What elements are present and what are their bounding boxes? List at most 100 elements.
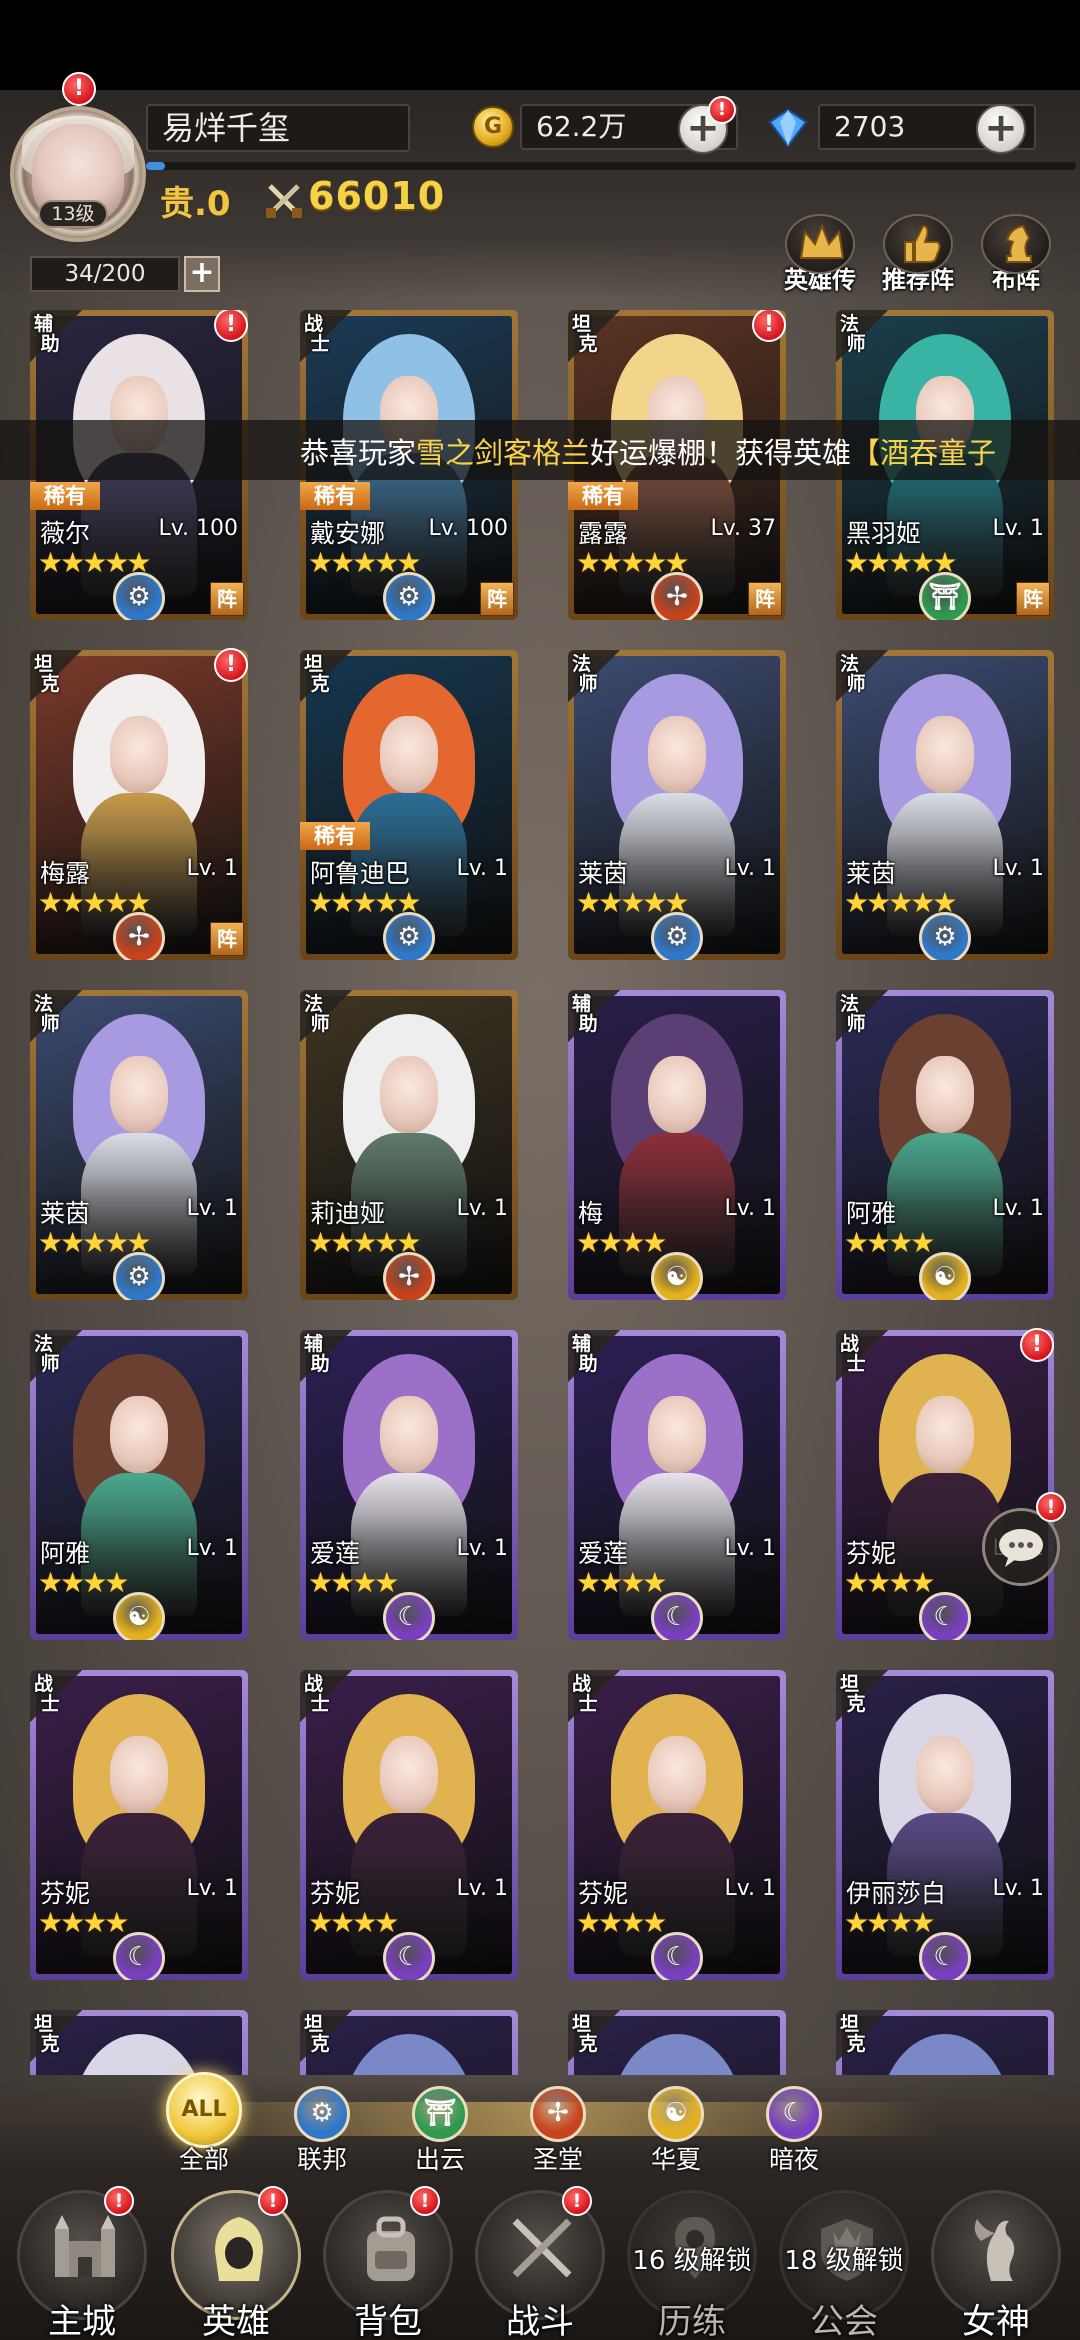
faction-filter-3[interactable]: ✢ 圣堂 <box>518 2086 598 2176</box>
hero-stars: ★★★★ <box>576 1906 667 1939</box>
expand-roster-button[interactable]: + <box>184 256 220 292</box>
formation-button[interactable]: 布阵 <box>970 214 1062 296</box>
faction-filter-5[interactable]: ☾ 暗夜 <box>754 2086 834 2176</box>
status-bar <box>0 0 1080 90</box>
faction-filter-0[interactable]: ALL 全部 <box>164 2072 244 2176</box>
nav-item-1[interactable]: 英雄! <box>166 2186 306 2340</box>
hero-card[interactable]: 法 师阿雅 Lv. 1 ★★★★ ☯ <box>836 990 1054 1300</box>
hero-card[interactable]: 坦 克稀有 阿鲁迪巴 Lv. 1 ★★★★★ ⚙ <box>300 650 518 960</box>
backpack-icon <box>367 2216 415 2281</box>
hero-role-char: 坦 <box>572 2013 592 2035</box>
hero-role-char: 助 <box>572 1353 598 1375</box>
hero-role-char: 克 <box>572 333 598 355</box>
rarity-tag: 稀有 <box>300 482 370 510</box>
hero-level: Lv. 1 <box>456 856 508 881</box>
hero-card[interactable]: 辅 助爱莲 Lv. 1 ★★★★ ☾ <box>568 1330 786 1640</box>
goddess-icon <box>974 2219 1015 2281</box>
hero-card[interactable]: 坦 克 <box>568 2010 786 2075</box>
avatar-alert-badge: ! <box>62 72 96 106</box>
in-formation-tag: 阵 <box>480 582 514 616</box>
hero-role-char: 助 <box>304 1353 330 1375</box>
unlock-level-text: 16 级解锁 <box>632 2246 752 2276</box>
hero-card[interactable]: 法 师莱茵 Lv. 1 ★★★★★ ⚙ <box>568 650 786 960</box>
hero-role-char: 坦 <box>840 1673 860 1695</box>
nav-alert-badge: ! <box>562 2186 592 2216</box>
faction-filter-2[interactable]: ⛩ 出云 <box>400 2086 480 2176</box>
hero-card[interactable]: 坦 克 <box>836 2010 1054 2075</box>
hero-card[interactable]: 战 士芬妮Lv. 1★★★★☾ <box>836 1330 1054 1640</box>
hero-level: Lv. 1 <box>992 1876 1044 1901</box>
hero-role-char: 战 <box>840 1333 860 1355</box>
nav-item-2[interactable]: 背包! <box>318 2186 458 2340</box>
nav-item-3[interactable]: 战斗! <box>470 2186 610 2340</box>
rarity-tag: 稀有 <box>30 482 100 510</box>
hero-role-char: 法 <box>304 993 324 1015</box>
hero-card[interactable]: 法 师阿雅 Lv. 1 ★★★★ ☯ <box>30 1330 248 1640</box>
nav-item-6[interactable]: 女神 <box>926 2190 1066 2340</box>
hero-role-badge: 法 师 <box>836 990 888 1042</box>
hero-role-char: 法 <box>840 313 860 335</box>
hero-story-button[interactable]: 英雄传 <box>774 214 866 296</box>
faction-filter-4[interactable]: ☯ 华夏 <box>636 2086 716 2176</box>
hero-face <box>110 715 168 794</box>
nav-item-5[interactable]: 18 级解锁 公会 <box>774 2190 914 2340</box>
hero-card[interactable]: 坦 克 <box>300 2010 518 2075</box>
vip-level[interactable]: 贵.0 <box>160 176 231 225</box>
hero-card[interactable]: 战 士芬妮Lv. 1★★★★☾ <box>300 1670 518 1980</box>
hero-card[interactable]: 战 士芬妮Lv. 1★★★★☾ <box>568 1670 786 1980</box>
nav-label: 公会 <box>810 2302 878 2340</box>
announcement-marquee: 恭喜玩家雪之剑客格兰好运爆棚！获得英雄【酒吞童子 <box>0 420 1080 480</box>
hero-role-char: 克 <box>304 673 330 695</box>
faction-filter-label: 联邦 <box>296 2145 347 2174</box>
nav-item-4[interactable]: 16 级解锁 历练 <box>622 2190 762 2340</box>
hero-card[interactable]: 坦 克伊丽莎白 Lv. 1 ★★★★ ☾ <box>836 1670 1054 1980</box>
hero-role-badge: 坦 克 <box>30 2010 82 2062</box>
diamond-gem-icon <box>768 108 808 148</box>
faction-icon: ✢ <box>383 1252 435 1300</box>
nav-alert-badge: ! <box>410 2186 440 2216</box>
add-gems-button[interactable]: + <box>976 104 1026 154</box>
hero-card[interactable]: 辅 助梅 Lv. 1 ★★★★ ☯ <box>568 990 786 1300</box>
hero-face <box>916 1395 974 1474</box>
hero-role-char: 士 <box>572 1693 598 1715</box>
in-formation-tag: 阵 <box>748 582 782 616</box>
hero-name: 芬妮 <box>578 1879 629 1908</box>
hero-role-char: 法 <box>840 653 860 675</box>
hero-face <box>110 1395 168 1474</box>
faction-icon: ☯ <box>919 1252 971 1300</box>
hero-card[interactable]: 坦 克 <box>30 2010 248 2075</box>
hero-name: 阿雅 <box>846 1199 897 1228</box>
in-formation-tag: 阵 <box>1016 582 1050 616</box>
hero-name: 芬妮 <box>310 1879 361 1908</box>
hero-role-char: 法 <box>572 653 592 675</box>
announcement-prefix: 恭喜玩家 <box>300 436 417 470</box>
hero-name: 伊丽莎白 <box>846 1879 947 1908</box>
hero-face <box>380 715 438 794</box>
faction-filter-1[interactable]: ⚙ 联邦 <box>282 2086 362 2176</box>
hero-level: Lv. 1 <box>724 1196 776 1221</box>
faction-icon: ☯ <box>113 1592 165 1640</box>
in-formation-tag: 阵 <box>210 922 244 956</box>
hero-card[interactable]: 法 师莉迪娅 Lv. 1 ★★★★★ ✢ <box>300 990 518 1300</box>
faction-icon: ⛩ <box>919 572 971 620</box>
hero-card[interactable]: 坦 克梅露 Lv. 1 ★★★★★ ✢ 阵 <box>30 650 248 960</box>
hero-role-char: 士 <box>304 1693 330 1715</box>
recommended-lineup-button[interactable]: 推荐阵 <box>872 214 964 296</box>
hero-name: 莱茵 <box>40 1199 91 1228</box>
hero-name: 阿鲁迪巴 <box>310 859 411 888</box>
hero-level: Lv. 1 <box>992 1196 1044 1221</box>
hero-card[interactable]: 法 师莱茵 Lv. 1 ★★★★★ ⚙ <box>30 990 248 1300</box>
faction-icon: ☾ <box>651 1932 703 1980</box>
hero-level: Lv. 1 <box>186 1536 238 1561</box>
hero-role-char: 士 <box>840 1353 866 1375</box>
faction-filter-icon: ⚙ <box>294 2086 350 2142</box>
hero-role-badge: 坦 克 <box>836 2010 888 2062</box>
crossed-swords-icon <box>512 2218 572 2278</box>
hero-card[interactable]: 战 士芬妮Lv. 1★★★★☾ <box>30 1670 248 1980</box>
gold-coin-icon: G <box>472 106 514 148</box>
nav-item-0[interactable]: 主城! <box>12 2186 152 2340</box>
hero-card[interactable]: 辅 助爱莲 Lv. 1 ★★★★ ☾ <box>300 1330 518 1640</box>
hero-card[interactable]: 法 师莱茵 Lv. 1 ★★★★★ ⚙ <box>836 650 1054 960</box>
hero-role-char: 助 <box>34 333 60 355</box>
hero-face <box>110 1735 168 1814</box>
